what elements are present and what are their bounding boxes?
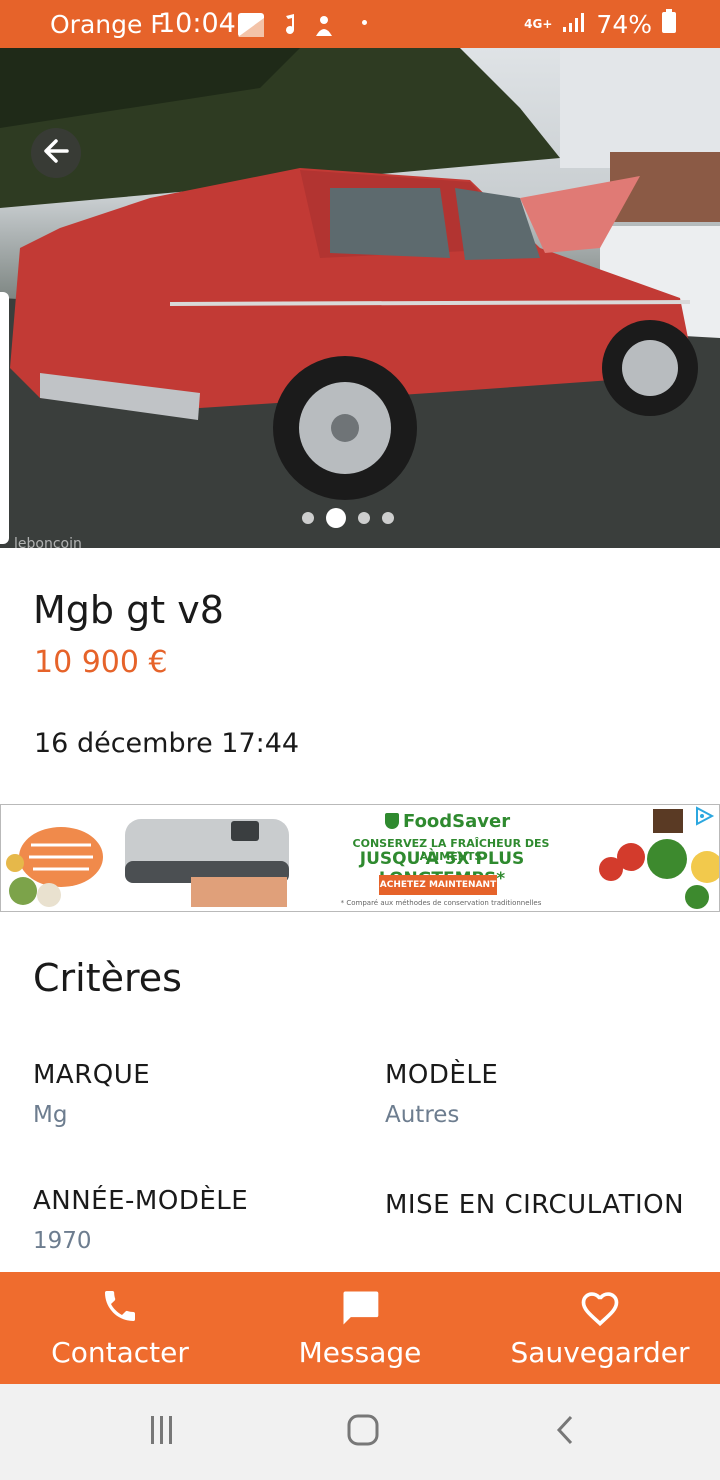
pagination-dot[interactable] xyxy=(382,512,394,524)
car-photo xyxy=(0,48,720,548)
adchoices-icon[interactable] xyxy=(693,805,715,827)
pagination-dot-active[interactable] xyxy=(326,508,346,528)
gallery-edge-handle xyxy=(0,292,9,544)
save-button[interactable]: Sauvegarder xyxy=(480,1272,720,1384)
status-bar: Orange F 10:04 4G+ 74% xyxy=(0,0,720,48)
network-type: 4G+ xyxy=(524,17,553,31)
ad-product-image xyxy=(6,819,289,907)
criteria-value-model-year: 1970 xyxy=(33,1228,92,1254)
ad-cta-button[interactable]: ACHETEZ MAINTENANT xyxy=(379,875,497,895)
ad-brand: FoodSaver xyxy=(385,811,510,832)
gallery-pagination xyxy=(302,508,394,528)
criteria-value-model: Autres xyxy=(385,1102,460,1128)
save-label: Sauvegarder xyxy=(510,1336,690,1369)
chat-icon xyxy=(240,1286,480,1330)
battery-percent: 74% xyxy=(596,9,652,39)
battery-icon xyxy=(662,9,676,39)
criteria-label-registration: MISE EN CIRCULATION xyxy=(385,1190,685,1220)
clock: 10:04 xyxy=(158,8,236,39)
ad-banner[interactable]: FoodSaver CONSERVEZ LA FRAÎCHEUR DES ALI… xyxy=(0,804,720,912)
listing-date: 16 décembre 17:44 xyxy=(34,728,300,759)
criteria-label-model-year: ANNÉE-MODÈLE xyxy=(33,1186,249,1216)
criteria-section-title: Critères xyxy=(33,956,182,1000)
back-icon xyxy=(549,1414,581,1450)
shield-icon xyxy=(385,813,399,829)
signal-icon xyxy=(562,10,586,39)
notification-icons xyxy=(236,10,356,46)
home-button[interactable] xyxy=(343,1412,383,1452)
back-button[interactable] xyxy=(31,128,81,178)
home-icon xyxy=(346,1413,380,1451)
criteria-label-brand: MARQUE xyxy=(33,1060,151,1090)
dot-icon xyxy=(362,20,367,25)
contact-button[interactable]: Contacter xyxy=(0,1272,240,1384)
heart-icon xyxy=(480,1286,720,1330)
listing-price: 10 900 € xyxy=(34,645,168,680)
recent-apps-icon xyxy=(146,1414,178,1450)
message-label: Message xyxy=(298,1336,422,1369)
recent-apps-button[interactable] xyxy=(142,1412,182,1452)
arrow-left-icon xyxy=(41,136,71,170)
contact-label: Contacter xyxy=(51,1336,189,1369)
system-back-button[interactable] xyxy=(545,1412,585,1452)
message-button[interactable]: Message xyxy=(240,1272,480,1384)
pagination-dot[interactable] xyxy=(358,512,370,524)
photo-watermark: leboncoin xyxy=(14,536,82,548)
phone-icon xyxy=(0,1286,240,1326)
carrier-name: Orange F xyxy=(50,10,165,39)
criteria-label-model: MODÈLE xyxy=(385,1060,499,1090)
bottom-action-bar: Contacter Message Sauvegarder xyxy=(0,1272,720,1384)
ad-footnote: * Comparé aux méthodes de conservation t… xyxy=(340,899,542,907)
criteria-value-brand: Mg xyxy=(33,1102,68,1128)
system-navigation-bar xyxy=(0,1384,720,1480)
pagination-dot[interactable] xyxy=(302,512,314,524)
listing-title: Mgb gt v8 xyxy=(33,588,224,632)
listing-photo-gallery[interactable]: leboncoin xyxy=(0,48,720,548)
